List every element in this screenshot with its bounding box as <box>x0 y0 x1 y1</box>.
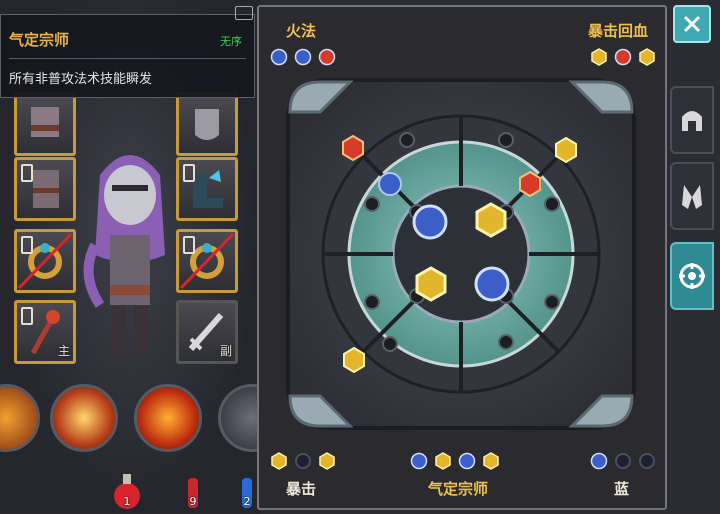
skill-button-2[interactable] <box>50 384 118 452</box>
rune-gem-red[interactable] <box>519 170 541 198</box>
empty-gem-slot-icon <box>639 453 655 469</box>
skill-button-3[interactable] <box>134 384 202 452</box>
lock-icon <box>21 307 33 325</box>
equip-slot-7[interactable]: 主 <box>14 300 76 364</box>
equip-slot-3[interactable] <box>14 157 76 221</box>
gem-row-bottom-left <box>270 452 336 470</box>
potion-red-small[interactable]: 9 <box>176 470 210 510</box>
set-label-top-left: 火法 <box>286 22 317 40</box>
off-weapon-tag: 副 <box>219 344 232 358</box>
character-model <box>83 155 165 355</box>
tab-runes[interactable] <box>670 242 714 310</box>
equip-slot-4[interactable] <box>176 157 238 221</box>
rune-gem-gold[interactable] <box>555 136 577 164</box>
potion-blue[interactable]: 2 <box>236 470 258 510</box>
rune-gem-gold[interactable] <box>415 266 447 302</box>
tooltip-badge: 无序 <box>220 35 242 48</box>
rune-gem-gold[interactable] <box>343 346 365 374</box>
close-icon <box>683 15 701 33</box>
shoulder-armor-icon <box>31 107 59 137</box>
gem-row-top-left <box>270 48 336 66</box>
rune-gem-gold[interactable] <box>475 202 507 238</box>
crosshair-icon <box>679 263 705 289</box>
equip-slot-1[interactable] <box>14 92 76 156</box>
set-label-bottom-left: 暴击 <box>286 480 317 498</box>
tab-gloves[interactable] <box>670 162 714 230</box>
skill-tooltip: 气定宗师 无序 所有非普攻法术技能瞬发 <box>0 14 255 98</box>
empty-gem-slot-icon <box>615 453 631 469</box>
blue-gem-icon <box>270 48 288 66</box>
blue-gem-icon <box>458 452 476 470</box>
potion-red-large[interactable]: 1 <box>110 470 144 510</box>
potion-count: 2 <box>243 495 251 508</box>
blue-gem-icon <box>590 452 608 470</box>
equip-slot-6[interactable] <box>176 229 238 293</box>
lock-icon <box>21 164 33 182</box>
equip-slot-8[interactable]: 副 <box>176 300 238 364</box>
equip-slot-2[interactable] <box>176 92 238 156</box>
empty-gem-slot-icon <box>295 453 311 469</box>
window-icon[interactable] <box>235 6 253 20</box>
gold-gem-icon <box>271 452 287 470</box>
gloves-icon <box>682 185 702 209</box>
tooltip-description: 所有非普攻法术技能瞬发 <box>9 72 153 87</box>
equip-slot-5[interactable] <box>14 229 76 293</box>
rune-gem-blue[interactable] <box>412 204 448 240</box>
divider <box>9 58 246 59</box>
gold-gem-icon <box>319 452 335 470</box>
gem-row-top-right <box>590 48 656 66</box>
tooltip-title: 气定宗师 <box>9 31 70 49</box>
lock-icon <box>183 164 195 182</box>
disabled-cross-icon <box>179 232 235 290</box>
potion-count: 1 <box>123 495 131 508</box>
gold-gem-icon <box>639 48 655 66</box>
disabled-cross-icon <box>17 232 73 290</box>
set-label-top-right: 暴击回血 <box>588 22 649 40</box>
gem-row-bottom-right <box>590 452 656 470</box>
gold-gem-icon <box>591 48 607 66</box>
rune-gem-blue[interactable] <box>378 172 402 196</box>
rune-board <box>286 78 636 430</box>
set-label-bottom-center: 气定宗师 <box>428 480 489 498</box>
red-gem-icon <box>318 48 336 66</box>
set-label-bottom-right: 蓝 <box>614 480 630 498</box>
close-button[interactable] <box>673 5 711 43</box>
gold-gem-icon <box>435 452 451 470</box>
rune-gem-blue[interactable] <box>474 266 510 302</box>
blue-gem-icon <box>294 48 312 66</box>
gold-gem-icon <box>483 452 499 470</box>
potion-count: 9 <box>189 495 197 508</box>
rune-gem-red[interactable] <box>342 134 364 162</box>
main-weapon-tag: 主 <box>57 344 70 358</box>
red-gem-icon <box>614 48 632 66</box>
blue-gem-icon <box>410 452 428 470</box>
helmet-icon <box>682 111 702 131</box>
gem-row-bottom-center <box>410 452 500 470</box>
gauntlet-icon <box>195 109 219 140</box>
tab-helmet[interactable] <box>670 86 714 154</box>
